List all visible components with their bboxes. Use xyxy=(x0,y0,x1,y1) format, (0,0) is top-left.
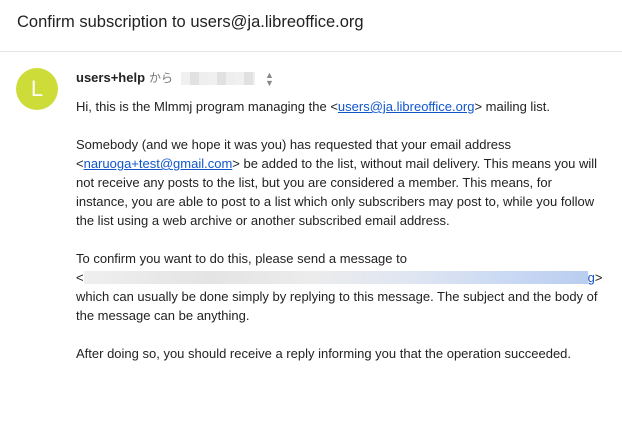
subject-bar: Confirm subscription to users@ja.libreof… xyxy=(0,0,622,52)
sender-row: users+help から ▲ ▼ xyxy=(76,69,274,87)
sender-avatar[interactable]: L xyxy=(16,68,58,110)
user-email-link[interactable]: naruoga+test@gmail.com xyxy=(84,156,233,171)
body-paragraph-4: After doing so, you should receive a rep… xyxy=(76,346,572,361)
email-body: Hi, this is the Mlmmj program managing t… xyxy=(76,97,606,363)
email-subject: Confirm subscription to users@ja.libreof… xyxy=(17,13,364,31)
body-paragraph-2: Somebody (and we hope it was you) has re… xyxy=(76,137,598,228)
from-label: から xyxy=(149,71,174,85)
list-address-link[interactable]: users@ja.libreoffice.org xyxy=(338,99,475,114)
expand-details-icon[interactable]: ▲ ▼ xyxy=(265,70,274,87)
redacted-confirm-address xyxy=(83,271,588,284)
sender-name[interactable]: users+help xyxy=(76,70,145,85)
body-paragraph-3: To confirm you want to do this, please s… xyxy=(76,251,603,323)
redacted-sender-address xyxy=(181,72,256,86)
body-paragraph-1: Hi, this is the Mlmmj program managing t… xyxy=(76,99,550,114)
confirm-address-link[interactable]: g xyxy=(588,270,595,285)
